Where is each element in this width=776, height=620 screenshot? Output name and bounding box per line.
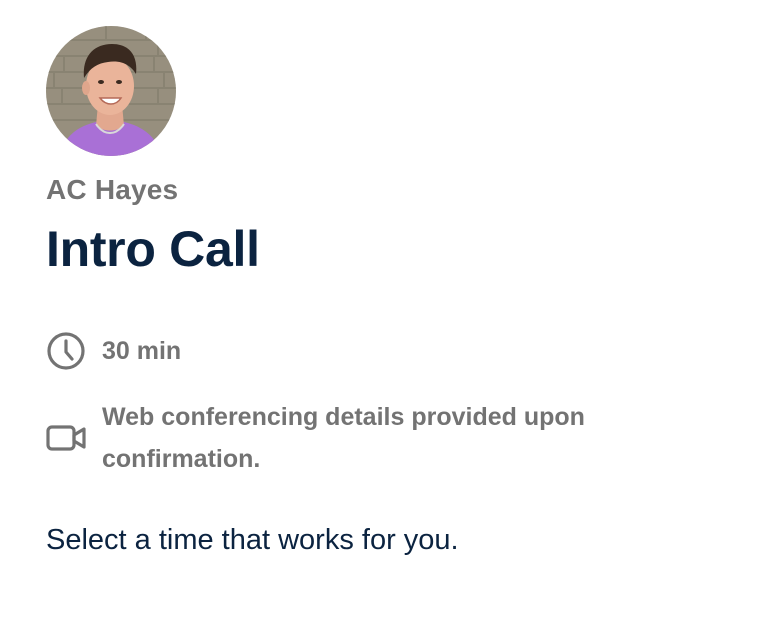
clock-icon — [46, 331, 86, 371]
event-details-panel: AC Hayes Intro Call 30 min Web conferenc… — [0, 0, 776, 620]
host-avatar — [46, 26, 176, 156]
duration-row: 30 min — [46, 330, 181, 372]
host-photo-icon — [46, 26, 176, 156]
location-text: Web conferencing details provided upon c… — [102, 403, 585, 473]
instruction-text: Select a time that works for you. — [46, 524, 459, 556]
duration-text: 30 min — [102, 337, 182, 365]
location-row: Web conferencing details provided upon c… — [46, 396, 666, 480]
video-camera-icon — [46, 418, 86, 458]
host-name: AC Hayes — [46, 174, 179, 205]
event-title: Intro Call — [46, 221, 260, 277]
